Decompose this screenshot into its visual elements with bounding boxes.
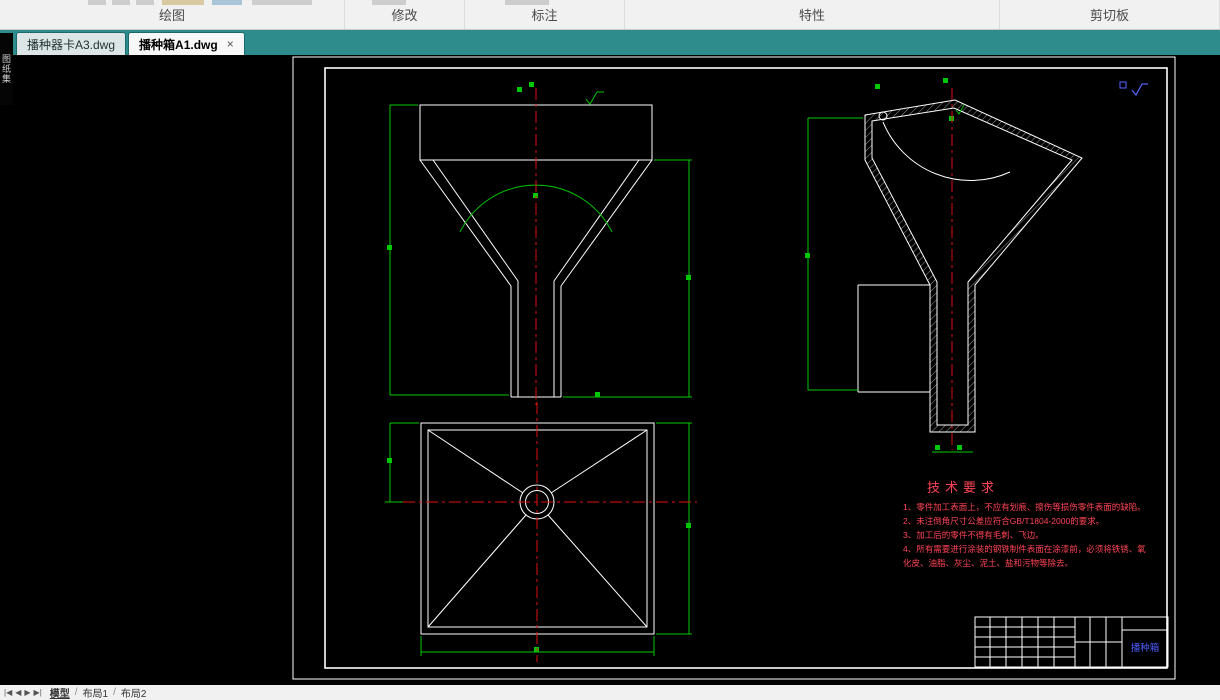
roughness-symbol-blue: [1119, 81, 1148, 97]
title-block: [974, 616, 1169, 668]
document-tab-bar: 播种器卡A3.dwg 播种箱A1.dwg ×: [0, 30, 1220, 55]
dimension-lines[interactable]: [385, 91, 973, 656]
ribbon-icon-fragment: [372, 0, 406, 5]
ribbon-icon-fragment: [505, 0, 549, 5]
tech-item: 化皮、油脂、灰尘、泥土、盐和污物等除去。: [903, 558, 1073, 568]
ribbon-panel-label: 绘图: [158, 8, 185, 23]
ribbon-panel-label: 标注: [531, 8, 558, 23]
doc-tab-label: 播种器卡A3.dwg: [27, 37, 116, 52]
last-tab-icon[interactable]: ▶|: [34, 688, 42, 697]
ribbon-icon-fragment: [212, 0, 242, 5]
prev-tab-icon[interactable]: ◀: [15, 688, 21, 697]
ribbon-panel-label: 特性: [798, 8, 825, 23]
left-palette-tab[interactable]: 图纸集: [0, 33, 13, 105]
ribbon-icon-fragment: [162, 0, 204, 5]
doc-tab-seed-box-a1[interactable]: 播种箱A1.dwg ×: [128, 32, 245, 55]
doc-tab-seeder-card-a3[interactable]: 播种器卡A3.dwg: [16, 32, 127, 55]
tech-item: 2、未注倒角尺寸公差应符合GB/T1804-2000的要求。: [903, 516, 1104, 526]
tech-item: 3、加工后的零件不得有毛刺、飞边。: [903, 530, 1044, 540]
tech-item: 4、所有需要进行涂装的钢铁制件表面在涂漆前，必须将铁锈、氧: [903, 544, 1146, 554]
ribbon-icon-fragment: [112, 0, 130, 5]
tab-layout1[interactable]: 布局1: [78, 685, 114, 700]
layout-tab-bar: |◀ ◀ ▶ ▶| 模型 / 布局1 / 布局2: [0, 685, 1220, 700]
doc-tab-label: 播种箱A1.dwg: [139, 37, 218, 52]
technical-requirements: 技术要求 1、零件加工表面上，不应有划痕、擦伤等损伤零件表面的缺陷。 2、未注倒…: [903, 480, 1146, 568]
ribbon-icon-fragment: [252, 0, 312, 5]
section-view-geometry[interactable]: [857, 99, 1083, 433]
first-tab-icon[interactable]: |◀: [4, 688, 12, 697]
ribbon: 绘图 修改 标注 特性 剪切板: [0, 0, 1220, 30]
tech-requirements-title: 技术要求: [927, 480, 999, 495]
close-icon[interactable]: ×: [227, 38, 234, 50]
ribbon-icon-fragment: [136, 0, 154, 5]
centerlines[interactable]: [403, 88, 953, 662]
tab-model[interactable]: 模型: [45, 685, 75, 700]
ribbon-panel-properties[interactable]: 特性: [625, 0, 1000, 29]
title-block-part-name: 播种箱: [1131, 642, 1160, 654]
next-tab-icon[interactable]: ▶: [24, 688, 30, 697]
sheet-border: [292, 56, 1176, 680]
ribbon-panel-label: 修改: [391, 8, 418, 23]
model-space[interactable]: 技术要求 1、零件加工表面上，不应有划痕、擦伤等损伤零件表面的缺陷。 2、未注倒…: [0, 55, 1220, 685]
tab-layout2[interactable]: 布局2: [116, 685, 152, 700]
ribbon-icon-fragment: [88, 0, 106, 5]
tech-item: 1、零件加工表面上，不应有划痕、擦伤等损伤零件表面的缺陷。: [903, 502, 1146, 512]
ribbon-panel-clipboard[interactable]: 剪切板: [1000, 0, 1220, 29]
drawing-canvas[interactable]: 图纸集 技术要求 1、零件加工表面上，不应有划痕、擦伤等损伤零件表面的缺陷。 2…: [0, 33, 1220, 685]
ribbon-panel-label: 剪切板: [1089, 8, 1129, 23]
